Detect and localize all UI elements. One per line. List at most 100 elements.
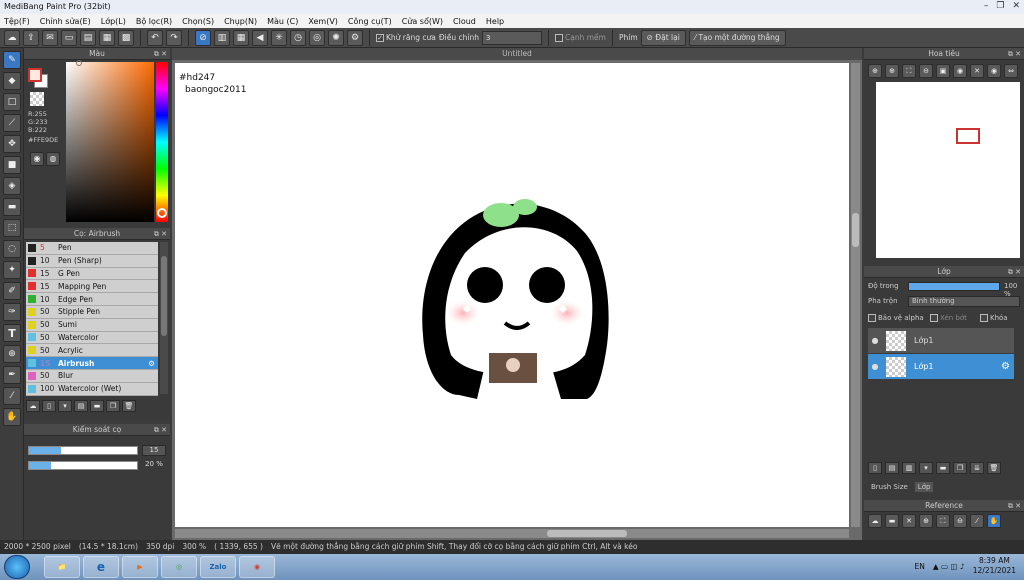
grid-snap-icon[interactable]: ▦ (233, 29, 249, 46)
menu-help[interactable]: Help (486, 17, 504, 26)
close-icon[interactable]: ✕ (902, 514, 916, 528)
actual-size-icon[interactable]: ▣ (936, 64, 950, 78)
panel-options-icon[interactable]: ⧉ ✕ (1008, 48, 1021, 60)
color-picker-square[interactable] (66, 60, 154, 222)
canvas-vertical-scrollbar[interactable] (851, 63, 860, 527)
curve-snap-icon[interactable]: ◷ (290, 29, 306, 46)
divide-tool-icon[interactable]: ⊕ (3, 345, 21, 363)
bucket-tool-icon[interactable]: ◈ (3, 177, 21, 195)
radial-snap-icon[interactable]: ✳ (271, 29, 287, 46)
flip-icon[interactable]: ⇔ (1004, 64, 1018, 78)
lasso-tool-icon[interactable]: ◌ (3, 240, 21, 258)
no-snap-icon[interactable]: ⊘ (195, 29, 211, 46)
brush-opacity-slider[interactable] (28, 461, 138, 470)
clipping-checkbox[interactable] (930, 314, 938, 322)
line-tool-icon[interactable]: ⟋ (3, 114, 21, 132)
reset-view-icon[interactable]: ✕ (970, 64, 984, 78)
color-settings-icon[interactable]: ◍ (46, 152, 60, 166)
layer-visibility-icon[interactable]: ● (868, 336, 882, 345)
cloud-download-icon[interactable]: ☁ (26, 400, 40, 412)
internet-explorer-icon[interactable]: e (83, 556, 119, 578)
menu-color[interactable]: Màu (C) (267, 17, 298, 26)
lock-toggle[interactable]: Khóa (980, 314, 1008, 322)
antialias-checkbox[interactable]: ✓ (376, 34, 384, 42)
scrollbar-thumb[interactable] (161, 256, 167, 336)
menu-cloud[interactable]: Cloud (453, 17, 476, 26)
new-layer-icon[interactable]: ▯ (868, 462, 882, 474)
menu-filter[interactable]: Bộ lọc(R) (136, 17, 172, 26)
new-8bit-layer-icon[interactable]: ▥ (902, 462, 916, 474)
navigator-viewport[interactable] (956, 128, 980, 144)
dot-tool-icon[interactable]: □ (3, 93, 21, 111)
duplicate-layer-icon[interactable]: ❐ (953, 462, 967, 474)
document-tab[interactable]: Untitled (172, 48, 862, 60)
crisp-toggle[interactable]: Cạnh mềm (555, 33, 606, 42)
brush-item[interactable]: 50 Watercolor (26, 331, 158, 345)
panel-options-icon[interactable]: ⧉ ✕ (154, 48, 167, 60)
brush-item[interactable]: 5 Pen (26, 242, 158, 255)
chat-icon[interactable]: ▭ (61, 29, 77, 46)
layer-item-selected[interactable]: ● Lớp1 ⚙ (868, 354, 1014, 379)
menu-edit[interactable]: Chỉnh sửa(E) (40, 17, 91, 26)
brush-size-value[interactable]: 15 (142, 445, 166, 456)
brush-item[interactable]: 50 Sumi (26, 318, 158, 332)
gradient-tool-icon[interactable]: ▬ (3, 198, 21, 216)
delete-layer-icon[interactable]: 🗑 (987, 462, 1001, 474)
canvas-horizontal-scrollbar[interactable] (175, 529, 849, 538)
crisp-checkbox[interactable] (555, 34, 563, 42)
comment-icon[interactable]: ✉ (42, 29, 58, 46)
fit-icon[interactable]: ⛶ (902, 64, 916, 78)
folder-icon[interactable]: ▬ (90, 400, 104, 412)
brush-size-slider[interactable] (28, 446, 138, 455)
share-icon[interactable]: ⇪ (23, 29, 39, 46)
panel-options-icon[interactable]: ⧉ ✕ (1008, 500, 1021, 512)
layer-opacity-slider[interactable] (908, 282, 1000, 291)
brush-item-selected[interactable]: 15 Airbrush ⚙ (26, 357, 158, 370)
merge-layer-icon[interactable]: ⇊ (970, 462, 984, 474)
menu-select[interactable]: Chọn(S) (182, 17, 214, 26)
foreground-color-swatch[interactable] (28, 68, 42, 82)
vanish-snap-icon[interactable]: ✺ (328, 29, 344, 46)
add-layer-menu-icon[interactable]: ▾ (919, 462, 933, 474)
close-button[interactable]: ✕ (1012, 1, 1020, 11)
brush-list-scrollbar[interactable] (160, 242, 168, 394)
hand-tool-icon[interactable]: ✋ (3, 408, 21, 426)
reset-button[interactable]: ⊘ Đặt lại (640, 29, 686, 46)
explorer-icon[interactable]: 📁 (44, 556, 80, 578)
grid-icon[interactable]: ▩ (118, 29, 134, 46)
language-indicator[interactable]: EN (915, 562, 925, 571)
circle-snap-icon[interactable]: ◎ (309, 29, 325, 46)
brush-item[interactable]: 10 Pen (Sharp) (26, 254, 158, 268)
parallel-snap-icon[interactable]: ▥ (214, 29, 230, 46)
brush-item[interactable]: 15 G Pen (26, 267, 158, 281)
eraser-tool-icon[interactable]: ◆ (3, 72, 21, 90)
settings-icon[interactable]: ⚙ (347, 29, 363, 46)
brush-item[interactable]: 50 Stipple Pen (26, 305, 158, 319)
hand-icon[interactable]: ✋ (987, 514, 1001, 528)
layer-visibility-icon[interactable]: ● (868, 362, 882, 371)
redo-icon[interactable]: ↷ (166, 29, 182, 46)
hue-slider-handle[interactable] (157, 208, 167, 218)
app-icon[interactable]: ◎ (161, 556, 197, 578)
shape-tool-icon[interactable]: ■ (3, 156, 21, 174)
menu-tools[interactable]: Công cụ(T) (348, 17, 392, 26)
zoom-in-icon[interactable]: ⊕ (919, 514, 933, 528)
hue-slider[interactable] (156, 62, 168, 222)
menu-view[interactable]: Xem(V) (308, 17, 338, 26)
select-pen-tool-icon[interactable]: ✐ (3, 282, 21, 300)
scrollbar-thumb[interactable] (852, 213, 859, 247)
straight-line-button[interactable]: ⁄ Tạo một đường thẳng (688, 29, 786, 46)
windows-start-icon[interactable] (4, 555, 30, 579)
undo-icon[interactable]: ↶ (147, 29, 163, 46)
cloud-icon[interactable]: ☁ (868, 514, 882, 528)
panel-options-icon[interactable]: ⧉ ✕ (154, 424, 167, 436)
zoom-in-icon[interactable]: ⊕ (868, 64, 882, 78)
operation-tool-icon[interactable]: ✒ (3, 366, 21, 384)
perspective-snap-icon[interactable]: ◀ (252, 29, 268, 46)
pages-icon[interactable]: ▦ (99, 29, 115, 46)
rotate-right-icon[interactable]: ◉ (987, 64, 1001, 78)
menu-file[interactable]: Tệp(F) (4, 17, 30, 26)
menu-capture[interactable]: Chụp(N) (224, 17, 257, 26)
delete-icon[interactable]: 🗑 (122, 400, 136, 412)
maximize-button[interactable]: ❐ (996, 1, 1004, 11)
